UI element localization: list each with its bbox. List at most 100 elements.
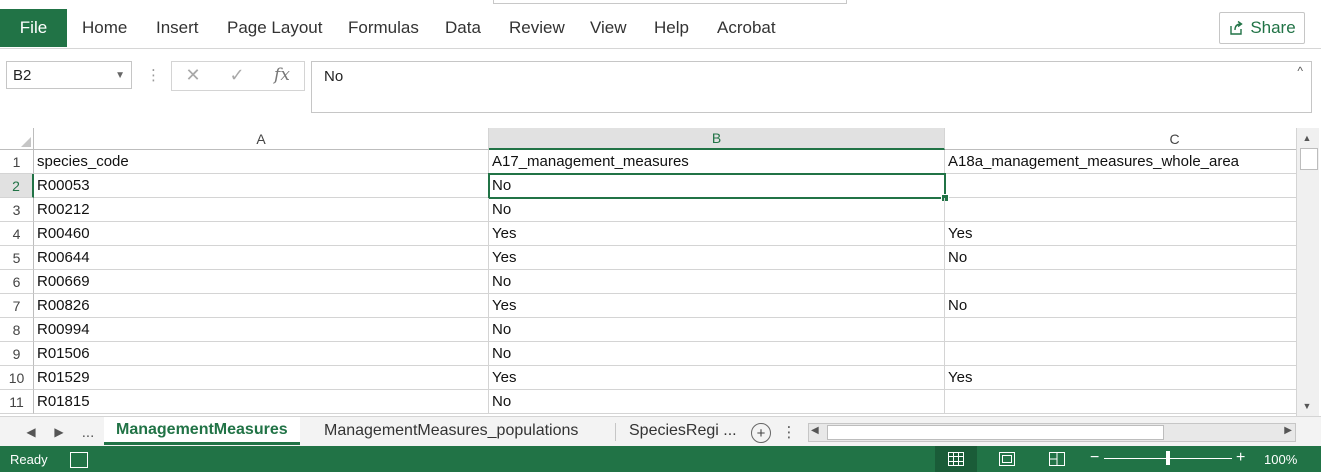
cell-c4[interactable]: Yes	[945, 222, 1296, 246]
select-all-triangle	[21, 137, 31, 147]
cell-a8[interactable]: R00994	[34, 318, 489, 342]
cell-c3[interactable]	[945, 198, 1296, 222]
sheet-tab-bar: ◀ ▶ ... ManagementMeasures ManagementMea…	[0, 416, 1321, 447]
sheet-tab-managementmeasures[interactable]: ManagementMeasures	[104, 417, 300, 445]
search-box[interactable]	[493, 0, 847, 4]
cell-b1[interactable]: A17_management_measures	[489, 150, 945, 174]
zoom-slider-thumb[interactable]	[1166, 451, 1170, 465]
tab-scroll-right-icon[interactable]: ▶	[50, 417, 68, 447]
vertical-scrollbar[interactable]: ▲ ▼	[1296, 128, 1319, 416]
cell-b6[interactable]: No	[489, 270, 945, 294]
cell-b3[interactable]: No	[489, 198, 945, 222]
cell-c1[interactable]: A18a_management_measures_whole_area	[945, 150, 1296, 174]
column-header-b[interactable]: B	[489, 128, 945, 150]
row-header-7[interactable]: 7	[0, 294, 34, 318]
cell-a7[interactable]: R00826	[34, 294, 489, 318]
cell-c9[interactable]	[945, 342, 1296, 366]
row-header-11[interactable]: 11	[0, 390, 34, 414]
tab-acrobat[interactable]: Acrobat	[717, 9, 776, 47]
cell-a1[interactable]: species_code	[34, 150, 489, 174]
insert-function-button[interactable]: fx	[268, 61, 296, 89]
formula-input[interactable]: No ^	[311, 61, 1312, 113]
check-icon[interactable]: ✓	[224, 61, 250, 89]
horizontal-scrollbar[interactable]: ◀ ▶	[808, 423, 1296, 442]
row-header-3[interactable]: 3	[0, 198, 34, 222]
cell-c6[interactable]	[945, 270, 1296, 294]
more-options-icon[interactable]: ⋮	[146, 66, 161, 84]
scroll-right-icon[interactable]: ▶	[1284, 425, 1292, 436]
zoom-in-button[interactable]: +	[1236, 449, 1245, 467]
cell-c5[interactable]: No	[945, 246, 1296, 270]
cell-b5[interactable]: Yes	[489, 246, 945, 270]
status-bar: Ready − + 100%	[0, 446, 1321, 472]
cell-b7[interactable]: Yes	[489, 294, 945, 318]
row-header-10[interactable]: 10	[0, 366, 34, 390]
grid-view-icon	[948, 452, 964, 466]
tab-formulas[interactable]: Formulas	[348, 9, 419, 47]
scroll-up-icon[interactable]: ▲	[1297, 130, 1317, 146]
scroll-down-icon[interactable]: ▼	[1297, 398, 1317, 414]
row-header-1[interactable]: 1	[0, 150, 34, 174]
more-sheets-button[interactable]: ...	[76, 417, 100, 447]
tab-view[interactable]: View	[590, 9, 627, 47]
row-header-6[interactable]: 6	[0, 270, 34, 294]
tab-help[interactable]: Help	[654, 9, 689, 47]
cell-a11[interactable]: R01815	[34, 390, 489, 414]
cell-b8[interactable]: No	[489, 318, 945, 342]
sheet-tab-managementmeasures-populations[interactable]: ManagementMeasures_populations	[312, 417, 590, 445]
cell-c2[interactable]	[945, 174, 1296, 198]
ribbon: File Home Insert Page Layout Formulas Da…	[0, 0, 1321, 49]
row-header-4[interactable]: 4	[0, 222, 34, 246]
row-header-8[interactable]: 8	[0, 318, 34, 342]
cell-b11[interactable]: No	[489, 390, 945, 414]
row-header-5[interactable]: 5	[0, 246, 34, 270]
add-sheet-icon[interactable]: +	[751, 423, 771, 443]
cell-c7[interactable]: No	[945, 294, 1296, 318]
page-break-view-button[interactable]	[1036, 446, 1078, 472]
tab-splitter-icon[interactable]: ⋮	[782, 417, 797, 447]
tab-data[interactable]: Data	[445, 9, 481, 47]
tab-review[interactable]: Review	[509, 9, 565, 47]
tab-insert[interactable]: Insert	[156, 9, 199, 47]
row-header-9[interactable]: 9	[0, 342, 34, 366]
vertical-scroll-thumb[interactable]	[1300, 148, 1318, 170]
cell-b4[interactable]: Yes	[489, 222, 945, 246]
sheet-tab-speciesregi[interactable]: SpeciesRegi ...	[617, 417, 749, 445]
tab-page-layout[interactable]: Page Layout	[227, 9, 322, 47]
row-header-2[interactable]: 2	[0, 174, 34, 198]
cancel-icon[interactable]: ✕	[180, 61, 206, 89]
share-button[interactable]: Share	[1219, 12, 1305, 44]
name-box[interactable]: B2 ▼	[6, 61, 132, 89]
file-tab[interactable]: File	[0, 9, 67, 47]
macro-record-icon[interactable]	[70, 452, 88, 468]
horizontal-scroll-thumb[interactable]	[827, 425, 1164, 440]
cell-c11[interactable]	[945, 390, 1296, 414]
cell-b10[interactable]: Yes	[489, 366, 945, 390]
cell-a2[interactable]: R00053	[34, 174, 489, 198]
column-header-c[interactable]: C	[945, 128, 1296, 150]
status-ready: Ready	[10, 452, 48, 467]
cell-a4[interactable]: R00460	[34, 222, 489, 246]
tab-home[interactable]: Home	[82, 9, 127, 47]
select-all-button[interactable]	[0, 128, 34, 150]
zoom-level[interactable]: 100%	[1264, 452, 1297, 467]
cell-a5[interactable]: R00644	[34, 246, 489, 270]
share-label: Share	[1250, 18, 1296, 37]
tab-scroll-left-icon[interactable]: ◀	[22, 417, 40, 447]
normal-view-button[interactable]	[935, 446, 977, 472]
cell-c8[interactable]	[945, 318, 1296, 342]
cell-c10[interactable]: Yes	[945, 366, 1296, 390]
page-layout-view-button[interactable]	[986, 446, 1028, 472]
scroll-left-icon[interactable]: ◀	[811, 425, 819, 436]
chevron-up-icon[interactable]: ^	[1297, 64, 1303, 78]
column-header-a[interactable]: A	[34, 128, 489, 150]
name-box-value: B2	[13, 66, 32, 84]
cell-a3[interactable]: R00212	[34, 198, 489, 222]
formula-value: No	[324, 68, 344, 85]
cell-a6[interactable]: R00669	[34, 270, 489, 294]
cell-b9[interactable]: No	[489, 342, 945, 366]
cell-a9[interactable]: R01506	[34, 342, 489, 366]
cell-a10[interactable]: R01529	[34, 366, 489, 390]
zoom-out-button[interactable]: −	[1090, 449, 1099, 467]
chevron-down-icon[interactable]: ▼	[115, 62, 125, 90]
